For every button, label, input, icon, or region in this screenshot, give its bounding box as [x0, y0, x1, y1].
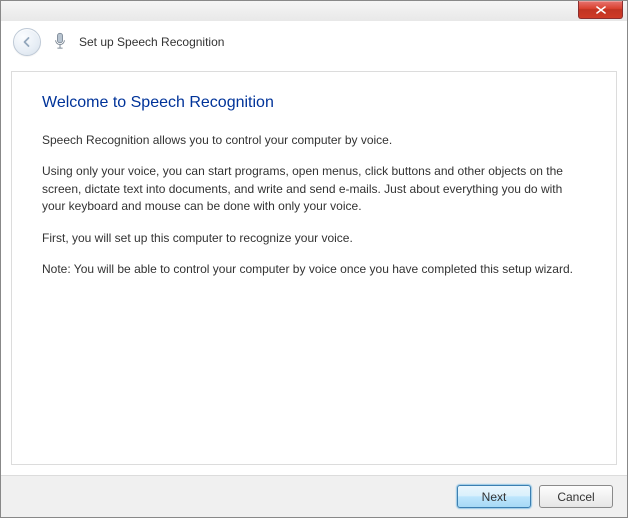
content-panel: Welcome to Speech Recognition Speech Rec… [11, 71, 617, 465]
header-title: Set up Speech Recognition [79, 35, 224, 49]
intro-paragraph-3: First, you will set up this computer to … [42, 230, 586, 247]
intro-paragraph-2: Using only your voice, you can start pro… [42, 163, 586, 215]
close-icon [596, 6, 606, 14]
wizard-window: Set up Speech Recognition Welcome to Spe… [0, 0, 628, 518]
arrow-left-icon [20, 35, 34, 49]
next-button[interactable]: Next [457, 485, 531, 508]
close-button[interactable] [578, 1, 623, 19]
page-heading: Welcome to Speech Recognition [42, 94, 586, 112]
intro-paragraph-note: Note: You will be able to control your c… [42, 261, 586, 278]
cancel-button[interactable]: Cancel [539, 485, 613, 508]
header: Set up Speech Recognition [1, 21, 627, 63]
intro-paragraph-1: Speech Recognition allows you to control… [42, 132, 586, 149]
titlebar [1, 1, 627, 21]
content-area: Welcome to Speech Recognition Speech Rec… [1, 63, 627, 475]
footer: Next Cancel [1, 475, 627, 517]
back-button[interactable] [13, 28, 41, 56]
microphone-icon [51, 31, 69, 53]
